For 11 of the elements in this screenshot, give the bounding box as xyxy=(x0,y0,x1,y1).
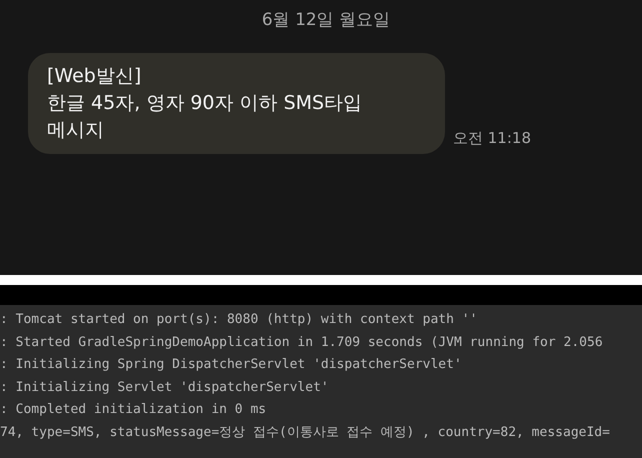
log-line: : Tomcat started on port(s): 8080 (http) with context path '' xyxy=(0,311,478,329)
message-text: [Web발신] xyxy=(47,64,142,89)
message-text: 메시지 xyxy=(47,118,105,143)
date-header: 6월 12일 월요일 xyxy=(260,9,392,31)
log-line: : Completed initialization in 0 ms xyxy=(0,401,266,419)
log-line: : Initializing Spring DispatcherServlet 'dispatcherServlet' xyxy=(0,356,462,374)
log-line: : Initializing Servlet 'dispatcherServlet' xyxy=(0,378,329,396)
message-text: 한글 45자, 영자 90자 이하 SMS타입 xyxy=(47,91,364,116)
message-time: 오전 11:18 xyxy=(453,129,531,148)
log-line: : Started GradleSpringDemoApplication in 1.709 seconds (JVM running for 2.056 xyxy=(0,334,603,352)
log-line: 74, type=SMS, statusMessage=정상 접수(이통사로 접수 예정) , country=82, messageId= xyxy=(0,424,610,442)
